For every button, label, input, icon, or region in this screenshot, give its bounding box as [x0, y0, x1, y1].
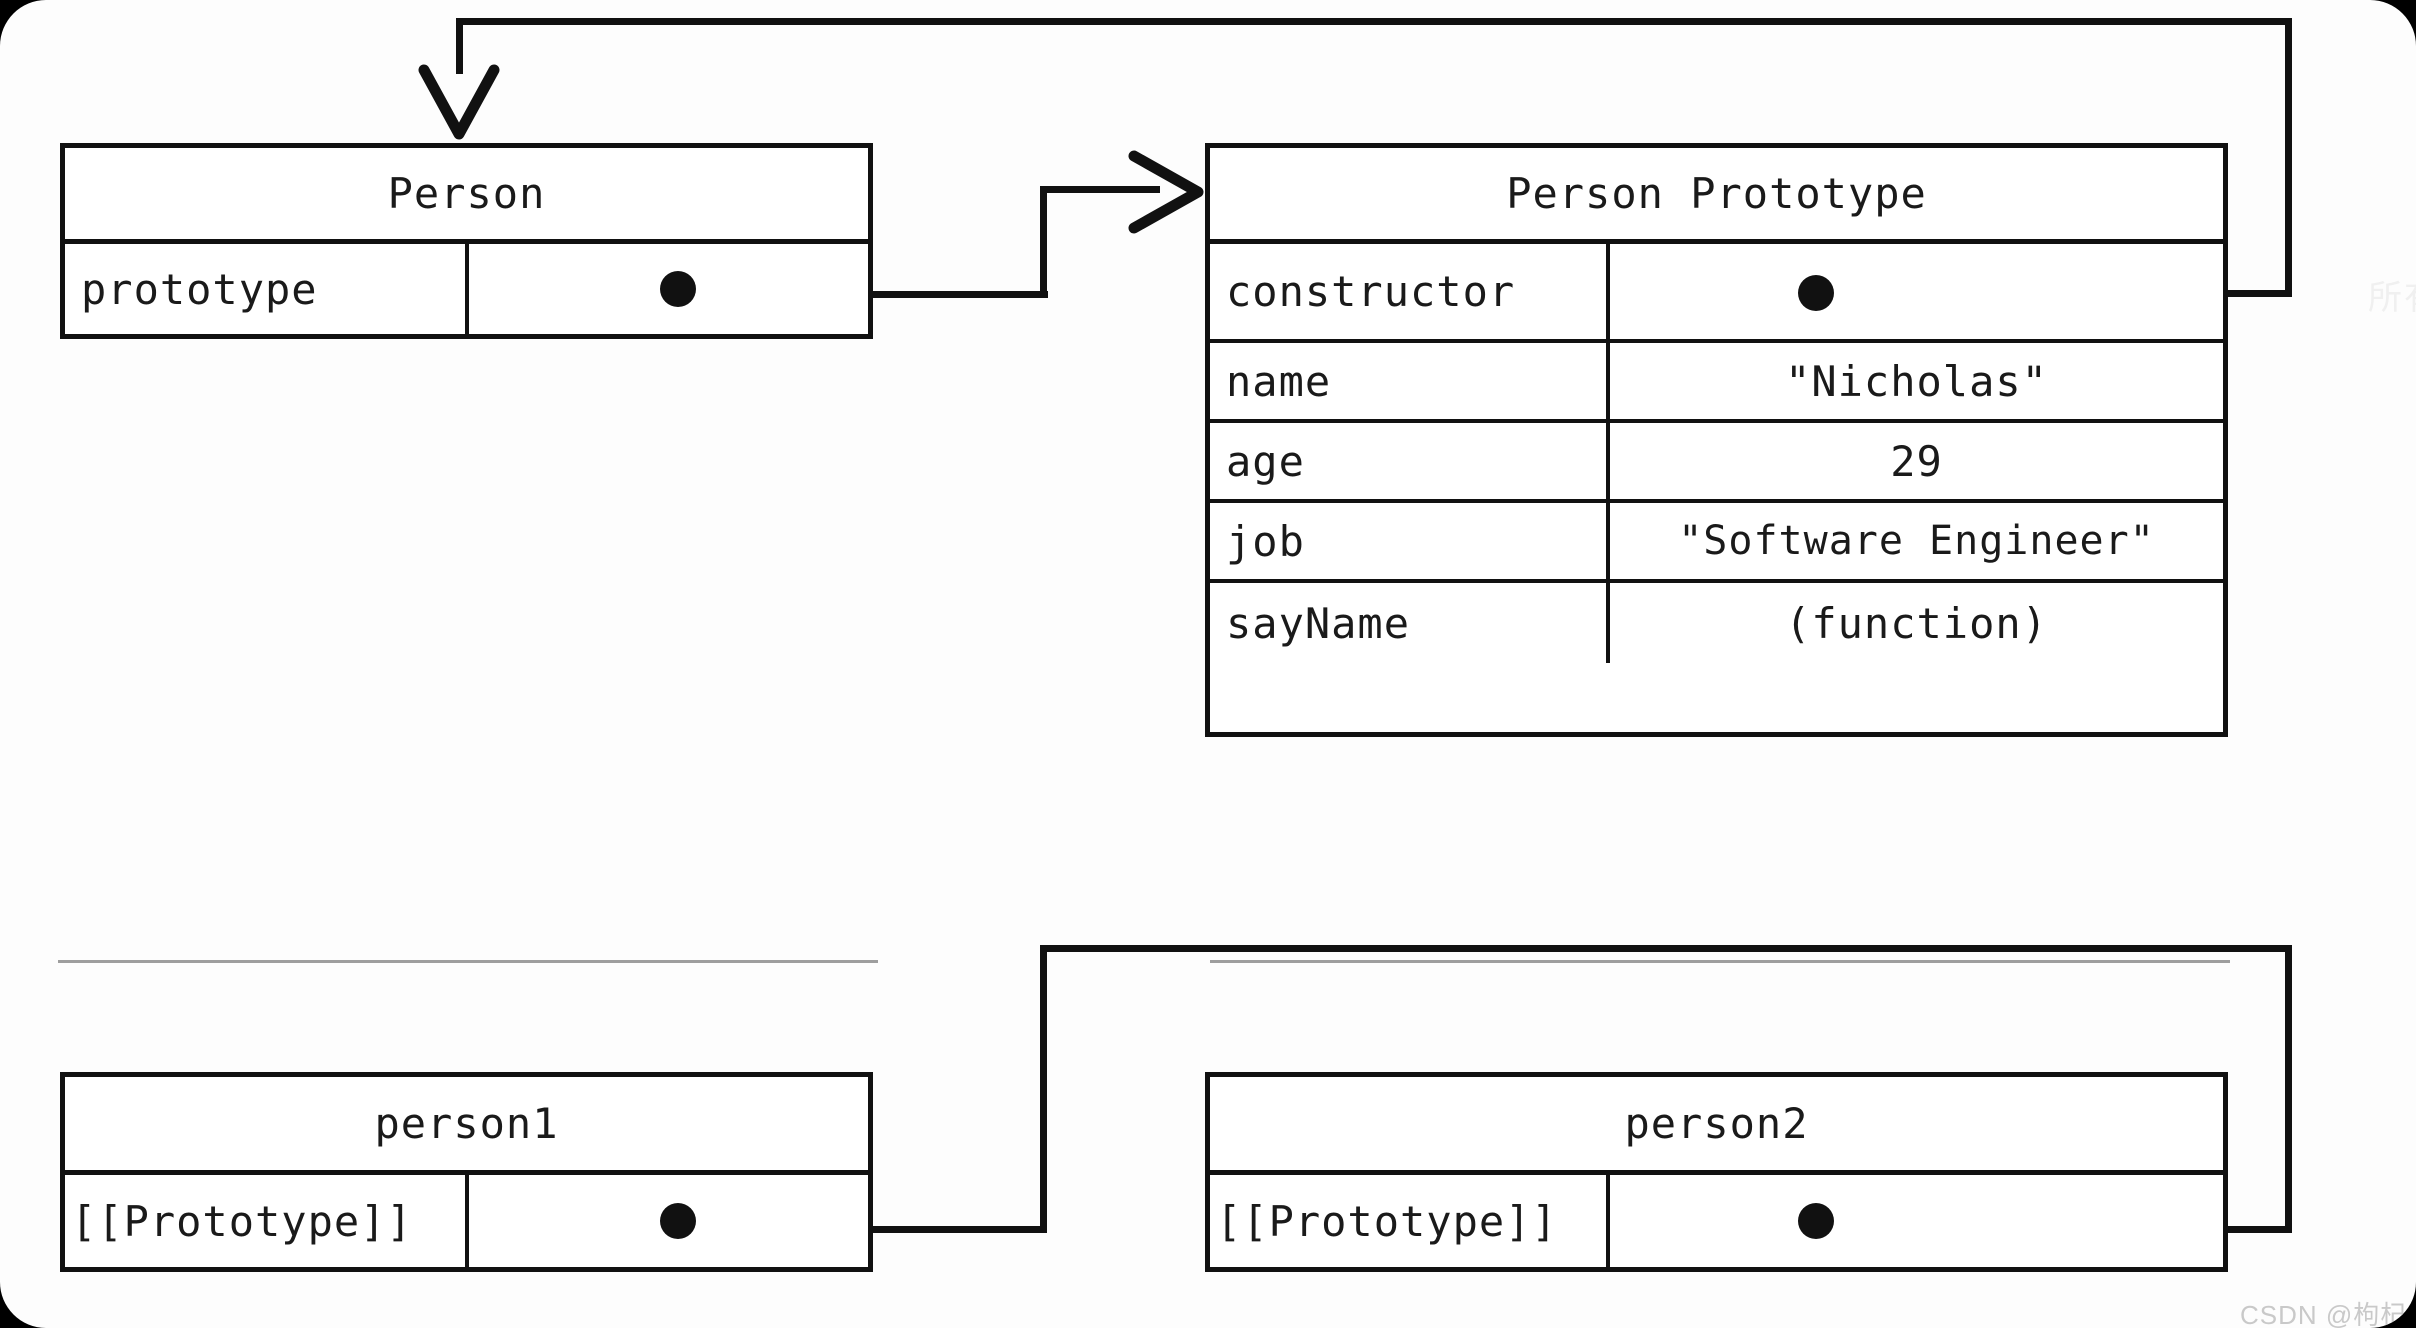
prototype-row-key-constructor: constructor: [1210, 244, 1610, 339]
csdn-watermark: CSDN @枸杞加上: [2240, 1300, 2416, 1328]
table-row: [[Prototype]]: [65, 1175, 868, 1267]
pointer-dot-icon: [660, 1203, 696, 1239]
prototype-row-value-sayname: (function): [1785, 598, 2048, 648]
person-title: Person: [65, 148, 868, 244]
table-row: name "Nicholas": [1210, 343, 2223, 423]
person2-row-key-prototype: [[Prototype]]: [1210, 1175, 1610, 1267]
table-row: job "Software Engineer": [1210, 503, 2223, 583]
person1-title: person1: [65, 1077, 868, 1175]
table-row: [[Prototype]]: [1210, 1175, 2223, 1267]
thin-separator-right: [1210, 960, 2230, 963]
prototype-row-key-sayname: sayName: [1210, 583, 1610, 663]
object-box-person-prototype: Person Prototype constructor name "Nicho…: [1205, 143, 2228, 737]
pointer-dot-icon: [660, 271, 696, 307]
person-prototype-title: Person Prototype: [1210, 148, 2223, 244]
prototype-row-key-job: job: [1210, 503, 1610, 579]
object-box-person: Person prototype: [60, 143, 873, 339]
faint-watermark-right: 所有: [2368, 279, 2416, 317]
prototype-row-key-age: age: [1210, 423, 1610, 499]
person2-title: person2: [1210, 1077, 2223, 1175]
person2-row-value-pointer: [1610, 1175, 2223, 1267]
pointer-dot-icon: [1798, 1203, 1834, 1239]
person-row-value-pointer: [469, 244, 868, 335]
prototype-row-value-age: 29: [1890, 436, 1943, 486]
person-row-key-prototype: prototype: [65, 244, 469, 335]
prototype-row-value-job: "Software Engineer": [1678, 518, 2155, 564]
table-row: prototype: [65, 244, 868, 335]
diagram-canvas: Person prototype Person Prototype constr…: [0, 0, 2416, 1328]
thin-separator-left: [58, 960, 878, 963]
table-row: sayName (function): [1210, 583, 2223, 663]
connector-prototype-vertical: [1040, 186, 1047, 294]
connector-person2-vertical: [2285, 945, 2292, 1233]
connector-constructor-vertical-right: [2285, 18, 2292, 294]
table-row: age 29: [1210, 423, 2223, 503]
person1-row-value-pointer: [469, 1175, 868, 1267]
object-box-person2: person2 [[Prototype]]: [1205, 1072, 2228, 1272]
prototype-row-value-name: "Nicholas": [1785, 356, 2048, 406]
prototype-row-value-pointer: [1610, 244, 2223, 339]
arrowhead-down-to-person-icon: [418, 64, 500, 140]
connector-constructor-horizontal-top: [456, 18, 2292, 25]
person1-row-key-prototype: [[Prototype]]: [65, 1175, 469, 1267]
connector-person1-vertical: [1040, 945, 1047, 1233]
connector-shared-trunk-horizontal: [1040, 945, 2292, 952]
table-row: constructor: [1210, 244, 2223, 343]
pointer-dot-icon: [1798, 275, 1834, 311]
prototype-row-key-name: name: [1210, 343, 1610, 419]
object-box-person1: person1 [[Prototype]]: [60, 1072, 873, 1272]
